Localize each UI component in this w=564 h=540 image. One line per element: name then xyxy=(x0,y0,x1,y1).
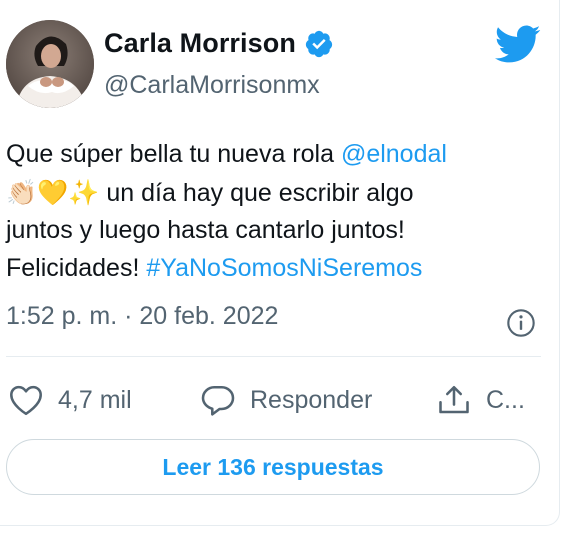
hashtag-link[interactable]: #YaNoSomosNiSeremos xyxy=(146,254,422,282)
verified-badge-icon xyxy=(304,29,334,59)
tweet-text: Que súper bella tu nueva rola @elnodal 👏… xyxy=(6,136,546,287)
avatar-photo xyxy=(6,20,94,108)
share-button[interactable]: C... xyxy=(436,378,525,422)
like-count: 4,7 mil xyxy=(58,385,132,414)
info-icon[interactable] xyxy=(505,307,537,339)
tweet-card: Carla Morrison @CarlaMorrisonmx Que súpe… xyxy=(0,0,560,526)
tweet-line-3: juntos y luego hasta cantarlo juntos! xyxy=(6,216,405,244)
reply-bubble-icon xyxy=(201,385,235,416)
heart-icon xyxy=(10,385,42,416)
reply-label: Responder xyxy=(250,385,373,414)
tweet-text-segment: Felicidades! xyxy=(6,253,147,282)
tweet-text-segment: un día hay que escribir algo xyxy=(99,178,414,207)
read-replies-button[interactable]: Leer 136 respuestas xyxy=(6,439,540,495)
twitter-bird-icon[interactable] xyxy=(493,24,541,64)
avatar[interactable] xyxy=(6,20,94,108)
author-name[interactable]: Carla Morrison xyxy=(104,28,296,59)
share-icon xyxy=(439,385,469,414)
author-handle[interactable]: @CarlaMorrisonmx xyxy=(104,71,320,100)
divider xyxy=(6,356,541,357)
share-label: C... xyxy=(486,385,525,414)
yellow-heart-icon: 💛 xyxy=(37,177,69,207)
reply-button[interactable]: Responder xyxy=(200,378,372,422)
action-bar: 4,7 mil Responder C... xyxy=(0,378,560,422)
tweet-line-4: Felicidades! #YaNoSomosNiSeremos xyxy=(6,250,546,288)
tweet-line-2: 👏🏻💛✨ un día hay que escribir algo xyxy=(6,174,546,213)
mention-link[interactable]: @elnodal xyxy=(341,140,447,168)
like-button[interactable]: 4,7 mil xyxy=(8,378,132,422)
clapping-hands-icon: 👏🏻 xyxy=(6,177,38,207)
tweet-timestamp[interactable]: 1:52 p. m. · 20 feb. 2022 xyxy=(6,302,278,331)
sparkles-icon: ✨ xyxy=(68,177,100,207)
author-name-row[interactable]: Carla Morrison xyxy=(104,28,334,59)
tweet-text-segment: Que súper bella tu nueva rola xyxy=(6,140,341,168)
tweet-line-1: Que súper bella tu nueva rola @elnodal xyxy=(6,136,546,174)
